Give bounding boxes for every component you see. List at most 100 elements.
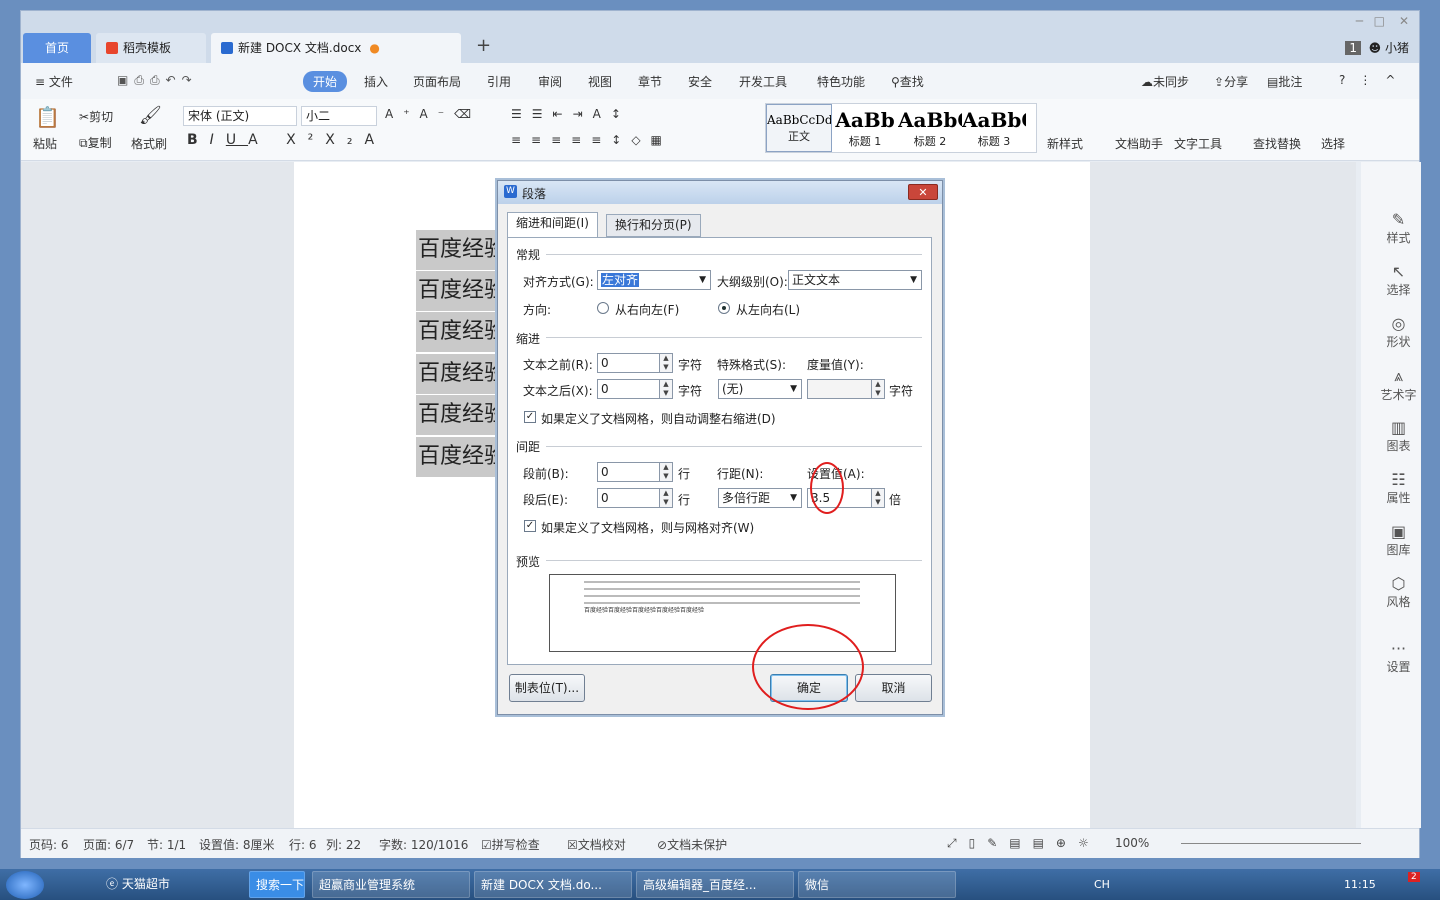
find-replace-button[interactable]: 查找替换 [1253, 135, 1301, 152]
select-button[interactable]: 选择 [1321, 135, 1345, 152]
language-indicator[interactable]: CH [1094, 878, 1110, 891]
menu-features[interactable]: 特色功能 [817, 73, 865, 90]
before-text-unit[interactable]: 字符 [678, 356, 702, 373]
style-heading-1[interactable]: AaBb 标题 1 [832, 104, 898, 152]
proofread-button[interactable]: ☒文档校对 [567, 836, 626, 853]
doc-paragraph[interactable]: 百度经验 [416, 395, 501, 435]
sidebar-wordart[interactable]: ⩓ 艺术字 [1361, 366, 1436, 403]
outline-select[interactable]: 正文文本 ▼ [788, 270, 922, 290]
view-mode-buttons[interactable]: ⤢▯✎▤▤⊕☼ [947, 836, 1101, 851]
notification-badge[interactable]: 2 [1408, 872, 1420, 882]
sidebar-styles[interactable]: ✎ 样式 [1361, 210, 1436, 246]
zoom-slider[interactable] [1181, 843, 1361, 844]
menu-security[interactable]: 安全 [688, 73, 712, 90]
status-words[interactable]: 字数: 120/1016 [379, 836, 468, 853]
style-normal[interactable]: AaBbCcDd 正文 [766, 104, 832, 152]
spinner-arrows-icon[interactable]: ▲ ▼ [871, 380, 884, 398]
spell-check-button[interactable]: ☑拼写检查 [481, 836, 540, 853]
menu-references[interactable]: 引用 [487, 73, 511, 90]
measure-unit[interactable]: 字符 [889, 382, 913, 399]
sidebar-gallery[interactable]: ▣ 图库 [1361, 522, 1436, 558]
new-tab-button[interactable]: + [476, 35, 491, 56]
measure-input[interactable]: ▲ ▼ [807, 379, 885, 399]
task-wps[interactable]: 新建 DOCX 文档.do... [474, 871, 632, 898]
file-menu[interactable]: ≡ 文件 [35, 73, 73, 90]
tab-home[interactable]: 首页 [23, 33, 91, 63]
tab-indent-spacing[interactable]: 缩进和间距(I) [507, 212, 598, 238]
space-before-input[interactable]: 0 ▲ ▼ [597, 462, 673, 482]
spinner-arrows-icon[interactable]: ▲ ▼ [659, 489, 672, 507]
menu-home[interactable]: 开始 [303, 71, 348, 92]
help-icon[interactable]: ?⋮^ [1339, 73, 1409, 87]
annotate-button[interactable]: ▤批注 [1267, 73, 1302, 90]
font-grow-shrink-buttons[interactable]: A⁺A⁻⌫ [385, 107, 481, 121]
format-painter-icon[interactable]: 🖌 [139, 105, 162, 126]
list-buttons[interactable]: ☰☰⇤⇥A↕ [511, 107, 631, 121]
sidebar-select[interactable]: ↖ 选择 [1361, 262, 1436, 298]
space-after-unit[interactable]: 行 [678, 491, 690, 508]
cancel-button[interactable]: 取消 [855, 674, 932, 702]
paste-icon[interactable]: 📋 [35, 105, 60, 129]
style-heading-3[interactable]: AaBbC 标题 3 [962, 104, 1026, 152]
format-painter-button[interactable]: 格式刷 [131, 135, 167, 152]
sidebar-properties[interactable]: ☷ 属性 [1361, 470, 1436, 506]
special-format-select[interactable]: (无) ▼ [718, 379, 802, 399]
protect-button[interactable]: ⊘文档未保护 [657, 836, 727, 853]
start-button[interactable] [6, 871, 44, 899]
font-name-select[interactable]: 宋体 (正文) [183, 106, 297, 126]
sidebar-style-theme[interactable]: ⬡ 风格 [1361, 574, 1436, 610]
sidebar-shapes[interactable]: ◎ 形状 [1361, 314, 1436, 350]
font-size-select[interactable]: 小二 [301, 106, 377, 126]
search-menu[interactable]: ⚲查找 [891, 73, 924, 90]
menu-chapter[interactable]: 章节 [638, 73, 662, 90]
doc-paragraph[interactable]: 百度经验 [416, 354, 501, 394]
doc-paragraph[interactable]: 百度经验 [416, 437, 501, 477]
spinner-arrows-icon[interactable]: ▲ ▼ [659, 463, 672, 481]
task-editor[interactable]: 高级编辑器_百度经... [636, 871, 794, 898]
menu-review[interactable]: 审阅 [538, 73, 562, 90]
after-text-input[interactable]: 0 ▲ ▼ [597, 379, 673, 399]
sidebar-settings[interactable]: ··· 设置 [1361, 639, 1436, 675]
font-format-buttons[interactable]: BIUA X²X₂A [187, 132, 386, 148]
tab-template[interactable]: 稻壳模板 [96, 33, 206, 63]
clock[interactable]: 11:15 [1344, 878, 1376, 891]
tabs-button[interactable]: 制表位(T)... [509, 674, 585, 702]
before-text-input[interactable]: 0 ▲ ▼ [597, 353, 673, 373]
task-erp[interactable]: 超赢商业管理系统 [312, 871, 470, 898]
line-spacing-select[interactable]: 多倍行距 ▼ [718, 488, 802, 508]
align-select[interactable]: 左对齐 ▼ [597, 270, 711, 290]
cut-button[interactable]: ✂剪切 [79, 108, 113, 125]
sidebar-chart[interactable]: ▥ 图表 [1361, 418, 1436, 454]
copy-button[interactable]: ⧉复制 [79, 134, 112, 151]
doc-paragraph[interactable]: 百度经验 [416, 230, 501, 270]
spinner-arrows-icon[interactable]: ▲ ▼ [659, 354, 672, 372]
menu-view[interactable]: 视图 [588, 73, 612, 90]
tab-document[interactable]: 新建 DOCX 文档.docx ● [211, 33, 461, 63]
text-tools-button[interactable]: 文字工具 [1174, 135, 1222, 152]
menu-insert[interactable]: 插入 [364, 73, 388, 90]
menu-developer[interactable]: 开发工具 [739, 73, 787, 90]
paste-button[interactable]: 粘贴 [33, 135, 57, 152]
tab-line-page-breaks[interactable]: 换行和分页(P) [606, 214, 701, 237]
task-wechat[interactable]: 微信 [798, 871, 956, 898]
align-buttons[interactable]: ≡≡≡≡≡↕◇▦ [511, 133, 672, 147]
quick-access-toolbar[interactable]: ▣⎙⎙↶↷ [117, 73, 198, 88]
space-after-input[interactable]: 0 ▲ ▼ [597, 488, 673, 508]
share-button[interactable]: ⇪分享 [1214, 73, 1248, 90]
user-area[interactable]: 1 ☻ 小猪 [1345, 39, 1409, 56]
space-before-unit[interactable]: 行 [678, 465, 690, 482]
spinner-arrows-icon[interactable]: ▲ ▼ [659, 380, 672, 398]
task-search[interactable]: 搜索一下 [249, 871, 305, 898]
close-window-button[interactable]: ✕ [1399, 14, 1409, 28]
doc-paragraph[interactable]: 百度经验 [416, 312, 501, 352]
after-text-unit[interactable]: 字符 [678, 382, 702, 399]
dialog-close-button[interactable]: ✕ [908, 184, 938, 200]
rtl-radio[interactable] [597, 302, 609, 314]
doc-helper-button[interactable]: 文档助手 [1115, 135, 1163, 152]
ltr-radio[interactable] [718, 302, 730, 314]
zoom-level[interactable]: 100% [1115, 836, 1149, 850]
sync-button[interactable]: ☁未同步 [1141, 73, 1189, 90]
maximize-button[interactable]: □ [1374, 14, 1385, 28]
grid-align-checkbox[interactable]: ✓ [524, 520, 536, 532]
menu-layout[interactable]: 页面布局 [413, 73, 461, 90]
